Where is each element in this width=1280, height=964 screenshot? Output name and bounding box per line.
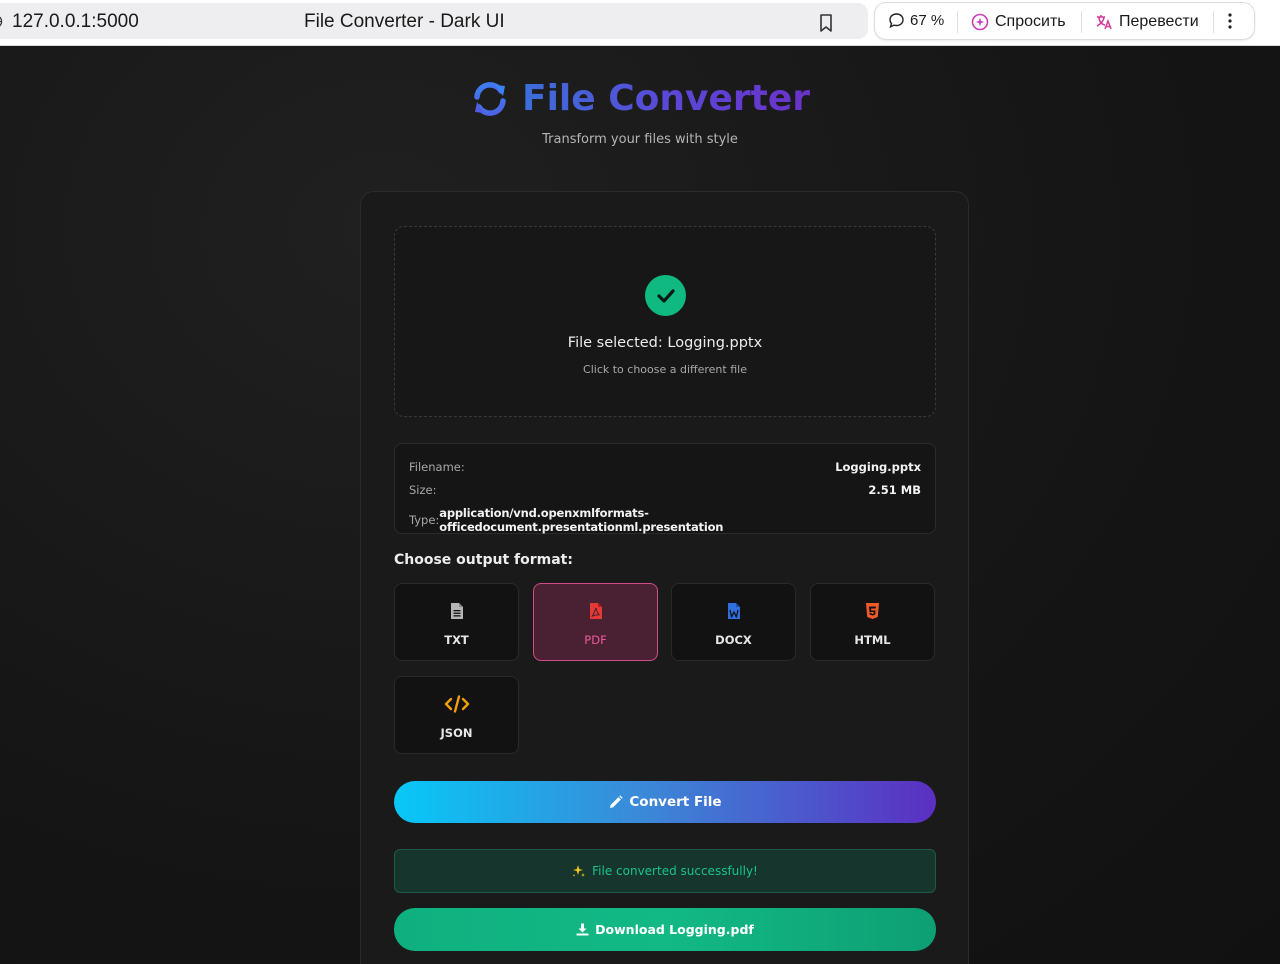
format-label: DOCX xyxy=(715,633,752,647)
info-row-size: Size: 2.51 MB xyxy=(409,483,921,497)
app-header: File Converter Transform your files with… xyxy=(0,78,1280,147)
more-vertical-icon xyxy=(1228,13,1232,29)
converter-card: File selected: Logging.pptx Click to cho… xyxy=(360,191,969,964)
success-message: File converted successfully! xyxy=(394,849,936,893)
info-row-filename: Filename: Logging.pptx xyxy=(409,460,921,474)
format-label: JSON xyxy=(440,726,473,740)
ask-button[interactable]: Спросить xyxy=(970,12,1066,32)
address-bar[interactable]: 127.0.0.1:5000 File Converter - Dark UI xyxy=(0,3,868,39)
format-label: TXT xyxy=(444,633,469,647)
filename-value: Logging.pptx xyxy=(835,460,921,474)
convert-button[interactable]: Convert File xyxy=(394,781,936,823)
chat-icon xyxy=(889,13,904,29)
download-button[interactable]: Download Logging.pdf xyxy=(394,908,936,951)
format-option-docx[interactable]: DOCX xyxy=(671,583,796,661)
format-label: HTML xyxy=(854,633,891,647)
type-label: Type: xyxy=(409,513,440,527)
word-file-icon xyxy=(727,603,740,619)
browser-actions: 67 % Спросить Перевести xyxy=(874,2,1255,40)
type-value: application/vnd.openxmlformats-officedoc… xyxy=(439,506,724,534)
filename-label: Filename: xyxy=(409,460,465,474)
translate-button[interactable]: Перевести xyxy=(1094,12,1199,32)
file-selected-text: File selected: Logging.pptx xyxy=(567,335,763,351)
pdf-file-icon xyxy=(589,603,602,619)
ai-sparkle-icon xyxy=(971,13,989,31)
tab-title: File Converter - Dark UI xyxy=(304,11,505,32)
size-value: 2.51 MB xyxy=(868,483,921,497)
format-option-txt[interactable]: TXT xyxy=(394,583,519,661)
check-circle-icon xyxy=(645,275,686,316)
file-dropzone[interactable]: File selected: Logging.pptx Click to cho… xyxy=(394,226,936,417)
text-file-icon xyxy=(450,603,463,619)
sparkles-icon xyxy=(572,865,586,877)
browser-toolbar: 127.0.0.1:5000 File Converter - Dark UI … xyxy=(0,0,1280,46)
code-icon xyxy=(444,695,469,713)
format-option-html[interactable]: HTML xyxy=(810,583,935,661)
pencil-icon xyxy=(610,794,623,808)
download-label: Download Logging.pdf xyxy=(595,922,754,937)
success-text: File converted successfully! xyxy=(592,864,758,878)
page-title: File Converter xyxy=(521,78,811,119)
translate-label: Перевести xyxy=(1119,13,1199,30)
zoom-indicator[interactable]: 67 % xyxy=(888,12,944,29)
zoom-level: 67 % xyxy=(910,12,945,29)
convert-label: Convert File xyxy=(629,794,722,810)
format-label: PDF xyxy=(584,633,607,647)
download-icon xyxy=(576,923,589,936)
html5-icon xyxy=(866,603,879,619)
url-text[interactable]: 127.0.0.1:5000 xyxy=(12,11,139,33)
translate-icon xyxy=(1096,15,1112,30)
info-row-type: Type: application/vnd.openxmlformats-off… xyxy=(409,506,921,534)
bookmark-icon[interactable] xyxy=(817,13,835,33)
size-label: Size: xyxy=(409,483,437,497)
dropzone-hint: Click to choose a different file xyxy=(583,363,747,376)
globe-icon xyxy=(0,16,3,27)
sync-icon xyxy=(474,81,506,116)
format-section-label: Choose output format: xyxy=(394,552,573,568)
format-option-pdf[interactable]: PDF xyxy=(533,583,658,661)
page-subtitle: Transform your files with style xyxy=(542,131,738,147)
format-option-json[interactable]: JSON xyxy=(394,676,519,754)
ask-label: Спросить xyxy=(995,13,1066,30)
menu-button[interactable] xyxy=(1227,12,1233,30)
file-info-panel: Filename: Logging.pptx Size: 2.51 MB Typ… xyxy=(394,443,936,534)
